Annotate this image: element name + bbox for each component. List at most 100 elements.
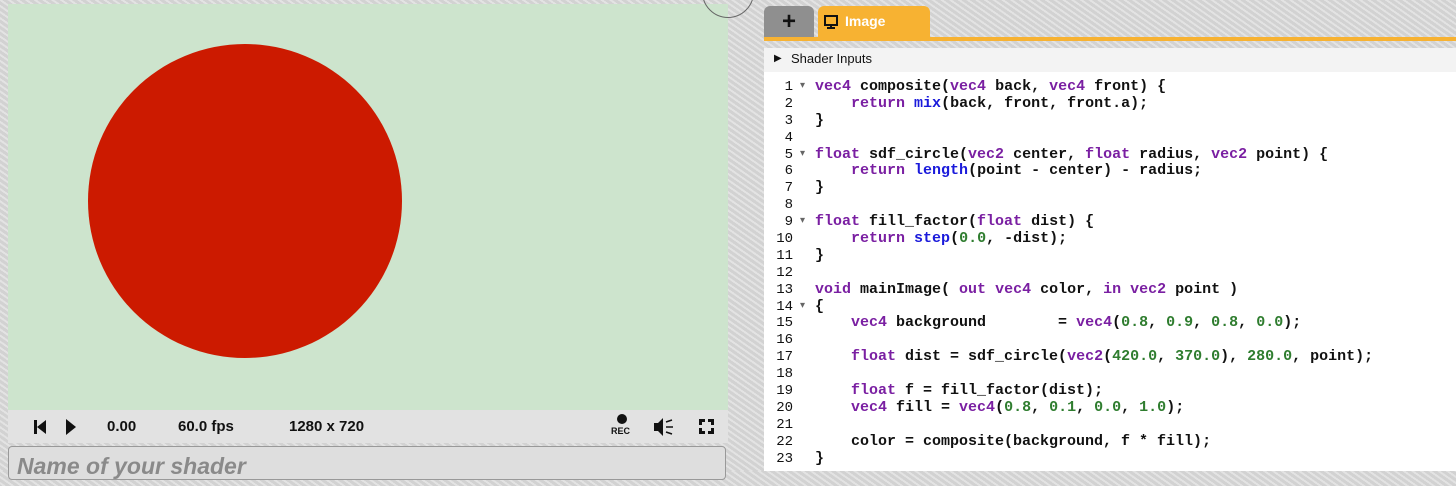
code-line[interactable]: vec4 fill = vec4(0.8, 0.1, 0.0, 1.0); [815,398,1373,417]
number-token: 0.1 [1049,398,1077,416]
number-token: 0.0 [959,230,987,248]
code-line[interactable]: } [815,179,1373,197]
code-editor[interactable]: 1 ▾ 2 3 4 5 ▾ 6 7 8 9 ▾ 10 11 12 13 14 ▾ 15 16 17 18 19 20 21 22 2… [764,72,1456,471]
code-area[interactable]: vec4 composite(vec4 back, vec4 front) { … [815,78,1373,468]
rewind-icon [34,420,46,434]
line-number-text: 14 [776,298,793,315]
line-number-text: 7 [784,180,793,197]
line-number: 7 [764,180,812,197]
code-line[interactable] [815,197,1373,214]
keyword-token: float [977,213,1023,231]
code-line[interactable]: return length(point - center) - radius; [815,163,1373,180]
player-controls: 0.00 60.0 fps 1280 x 720 REC [8,410,728,443]
keyword-token: out [959,280,987,298]
line-number-text: 6 [784,163,793,180]
volume-button[interactable] [652,410,674,443]
keyword-token: float [815,213,861,231]
line-number-text: 10 [776,231,793,248]
rewind-button[interactable] [32,410,48,443]
line-number-text: 13 [776,281,793,298]
shader-name-field[interactable] [8,446,726,486]
record-button[interactable]: REC [611,410,633,443]
code-token: ( [950,230,960,248]
code-line[interactable]: { [815,298,1373,316]
builtin-function-token: step [914,230,951,248]
line-number-text: 3 [784,112,793,129]
shader-inputs-label: Shader Inputs [791,51,872,66]
code-line[interactable]: return mix(back, front, front.a); [815,95,1373,113]
code-token: ); [1283,314,1302,332]
code-line[interactable] [815,417,1373,434]
line-number-text: 22 [776,433,793,450]
code-line[interactable] [815,366,1373,383]
code-token: dist) { [1022,213,1095,231]
code-line[interactable]: vec4 composite(vec4 back, vec4 front) { [815,78,1373,96]
code-token: color, [1031,280,1104,298]
code-line[interactable]: color = composite(background, f * fill); [815,433,1373,451]
fold-arrow-icon[interactable]: ▾ [800,214,805,231]
keyword-token: vec4 [1049,78,1086,95]
code-line[interactable]: return step(0.0, -dist); [815,230,1373,248]
code-line[interactable]: void mainImage( out vec4 color, in vec2 … [815,280,1373,299]
code-line[interactable]: vec4 background = vec4(0.8, 0.9, 0.8, 0.… [815,315,1373,332]
fullscreen-button[interactable] [698,410,716,443]
fold-arrow-icon[interactable]: ▾ [800,147,805,164]
code-token: fill = [887,398,960,416]
code-token: ( [1112,314,1122,332]
number-token: 420.0 [1112,348,1158,366]
line-number: 4 [764,130,812,147]
keyword-token: float [815,145,861,163]
tab-image[interactable]: Image [818,6,930,38]
fold-arrow-icon[interactable]: ▾ [800,299,805,316]
code-line[interactable]: } [815,450,1373,468]
keyword-token: vec4 [815,78,852,95]
code-token: center, [1004,145,1086,163]
code-token: , [1157,348,1176,366]
line-number-text: 5 [784,146,793,163]
shader-canvas[interactable] [8,4,728,410]
code-token: radius, [1130,145,1212,163]
keyword-token: return [851,230,906,248]
speaker-icon [654,418,673,436]
keyword-token: vec4 [950,78,987,95]
keyword-token: vec2 [1211,145,1248,163]
code-line[interactable] [815,332,1373,349]
fold-arrow-icon[interactable]: ▾ [800,79,805,96]
code-line[interactable] [815,130,1373,147]
code-line[interactable] [815,265,1373,282]
line-number-text: 15 [776,315,793,332]
add-tab-button[interactable]: + [764,6,814,38]
play-button[interactable] [64,410,78,443]
code-token: , [1148,314,1167,332]
code-line[interactable]: float dist = sdf_circle(vec2(420.0, 370.… [815,348,1373,366]
line-number: 5 ▾ [764,147,812,164]
number-token: 0.0 [1256,314,1284,332]
code-token: ( [1103,348,1113,366]
code-token: point ) [1166,280,1239,298]
shader-name-input[interactable] [9,447,715,486]
code-token: } [815,246,825,264]
code-line[interactable]: float fill_factor(float dist) { [815,213,1373,231]
line-number-text: 16 [776,332,793,349]
tab-image-label: Image [845,13,886,29]
code-line[interactable]: } [815,246,1373,265]
number-token: 1.0 [1139,398,1167,416]
keyword-token: float [851,348,897,366]
line-number: 11 [764,248,812,265]
code-line[interactable]: float sdf_circle(vec2 center, float radi… [815,145,1373,164]
code-token: } [815,111,825,129]
shader-inputs-toggle[interactable]: ▶ Shader Inputs [764,48,1456,73]
code-line[interactable]: float f = fill_factor(dist); [815,382,1373,400]
code-line[interactable]: } [815,111,1373,130]
line-number: 1 ▾ [764,79,812,96]
keyword-token: vec4 [959,398,996,416]
record-label: REC [611,426,631,436]
line-number: 19 [764,383,812,400]
line-number: 6 [764,163,812,180]
fullscreen-icon [699,419,714,434]
